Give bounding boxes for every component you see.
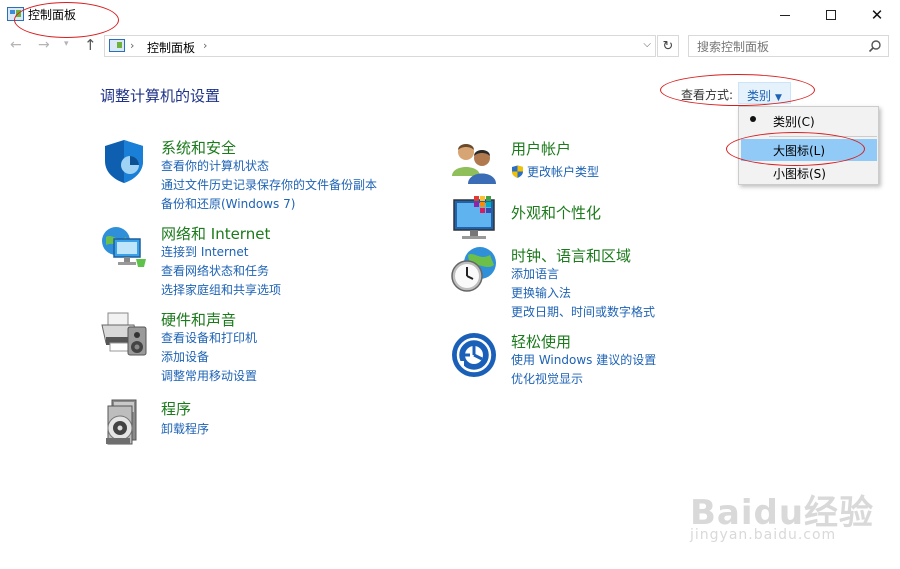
link-mobility-settings[interactable]: 调整常用移动设置 (161, 367, 257, 384)
link-file-history[interactable]: 通过文件历史记录保存你的文件备份副本 (161, 176, 377, 193)
recent-locations-chevron-icon[interactable]: ▾ (64, 39, 69, 49)
link-backup-restore[interactable]: 备份和还原(Windows 7) (161, 195, 295, 212)
address-bar[interactable]: › 控制面板 › ⌵ (104, 35, 656, 57)
breadcrumb-separator-2[interactable]: › (203, 39, 207, 52)
category-title[interactable]: 硬件和声音 (161, 309, 236, 330)
maximize-icon (826, 10, 836, 20)
link-date-time-format[interactable]: 更改日期、时间或数字格式 (511, 303, 655, 320)
page-title: 调整计算机的设置 (100, 87, 221, 105)
menu-item-label: 小图标(S) (773, 167, 826, 181)
view-by-dropdown[interactable]: 类别 ▼ (738, 82, 791, 104)
clock-globe-icon[interactable] (450, 245, 498, 293)
link-add-language[interactable]: 添加语言 (511, 265, 559, 282)
category-title[interactable]: 用户帐户 (511, 138, 571, 159)
watermark-url: jingyan.baidu.com (690, 527, 837, 543)
minimize-icon (780, 14, 790, 16)
category-title[interactable]: 程序 (161, 398, 191, 419)
link-label: 更改帐户类型 (527, 165, 600, 179)
category-hardware-sound: 硬件和声音 查看设备和打印机 添加设备 调整常用移动设置 (100, 309, 430, 389)
link-optimize-display[interactable]: 优化视觉显示 (511, 370, 583, 387)
link-recommended-settings[interactable]: 使用 Windows 建议的设置 (511, 351, 656, 368)
category-clock-region: 时钟、语言和区域 添加语言 更换输入法 更改日期、时间或数字格式 (450, 245, 750, 325)
link-network-status[interactable]: 查看网络状态和任务 (161, 262, 269, 279)
menu-item-label: 类别(C) (773, 115, 815, 129)
printer-speaker-icon[interactable] (100, 309, 148, 357)
address-control-panel-icon (109, 39, 125, 52)
category-title[interactable]: 轻松使用 (511, 331, 571, 352)
menu-item-small-icons[interactable]: 小图标(S) (741, 162, 877, 184)
uac-shield-icon (512, 165, 523, 178)
users-icon[interactable] (450, 138, 498, 186)
category-programs: 程序 卸载程序 (100, 398, 430, 446)
view-by-value: 类别 (747, 89, 772, 103)
link-check-status[interactable]: 查看你的计算机状态 (161, 157, 269, 174)
category-title[interactable]: 网络和 Internet (161, 223, 270, 244)
ease-of-access-icon[interactable] (450, 331, 498, 379)
search-icon[interactable] (868, 39, 882, 53)
refresh-button[interactable]: ↻ (657, 35, 679, 57)
link-homegroup[interactable]: 选择家庭组和共享选项 (161, 281, 281, 298)
close-icon: ✕ (870, 6, 884, 24)
category-ease-of-access: 轻松使用 使用 Windows 建议的设置 优化视觉显示 (450, 331, 750, 391)
link-add-device[interactable]: 添加设备 (161, 348, 209, 365)
title-bar: 控制面板 ✕ (0, 0, 900, 30)
address-dropdown-chevron-icon[interactable]: ⌵ (643, 39, 651, 50)
view-by-menu: 类别(C) 大图标(L) 小图标(S) (738, 106, 879, 185)
back-arrow-icon[interactable]: ← (10, 37, 22, 53)
menu-separator (769, 136, 877, 137)
forward-arrow-icon[interactable]: → (38, 37, 50, 53)
shield-icon[interactable] (100, 137, 148, 185)
network-globe-icon[interactable] (100, 223, 148, 271)
minimize-button[interactable] (762, 0, 808, 30)
view-by-label: 查看方式: (681, 88, 734, 102)
link-uninstall-program[interactable]: 卸载程序 (161, 420, 209, 437)
link-change-input-method[interactable]: 更换输入法 (511, 284, 571, 301)
programs-disc-icon[interactable] (100, 398, 148, 446)
link-change-account-type[interactable]: 更改帐户类型 (511, 163, 599, 180)
category-title[interactable]: 系统和安全 (161, 137, 236, 158)
menu-item-large-icons[interactable]: 大图标(L) (741, 139, 877, 161)
breadcrumb-control-panel[interactable]: 控制面板 (147, 39, 195, 56)
category-appearance: 外观和个性化 (450, 194, 750, 242)
maximize-button[interactable] (808, 0, 854, 30)
link-connect-internet[interactable]: 连接到 Internet (161, 243, 248, 260)
breadcrumb-separator[interactable]: › (130, 39, 134, 52)
menu-item-label: 大图标(L) (773, 144, 826, 158)
control-panel-icon (7, 7, 24, 21)
close-button[interactable]: ✕ (854, 0, 900, 30)
link-devices-printers[interactable]: 查看设备和打印机 (161, 329, 257, 346)
refresh-icon: ↻ (662, 38, 674, 54)
search-input[interactable] (688, 35, 889, 57)
category-system-security: 系统和安全 查看你的计算机状态 通过文件历史记录保存你的文件备份副本 备份和还原… (100, 137, 430, 217)
category-network-internet: 网络和 Internet 连接到 Internet 查看网络状态和任务 选择家庭… (100, 223, 430, 303)
window-title: 控制面板 (28, 8, 77, 22)
category-title[interactable]: 外观和个性化 (511, 202, 601, 223)
category-user-accounts: 用户帐户 更改帐户类型 (450, 138, 750, 186)
radio-bullet-icon (750, 116, 756, 122)
dropdown-caret-icon: ▼ (775, 93, 782, 103)
category-title[interactable]: 时钟、语言和区域 (511, 245, 631, 266)
up-arrow-icon[interactable]: ↑ (84, 36, 97, 54)
menu-item-category[interactable]: 类别(C) (741, 110, 877, 132)
monitor-palette-icon[interactable] (450, 194, 498, 242)
